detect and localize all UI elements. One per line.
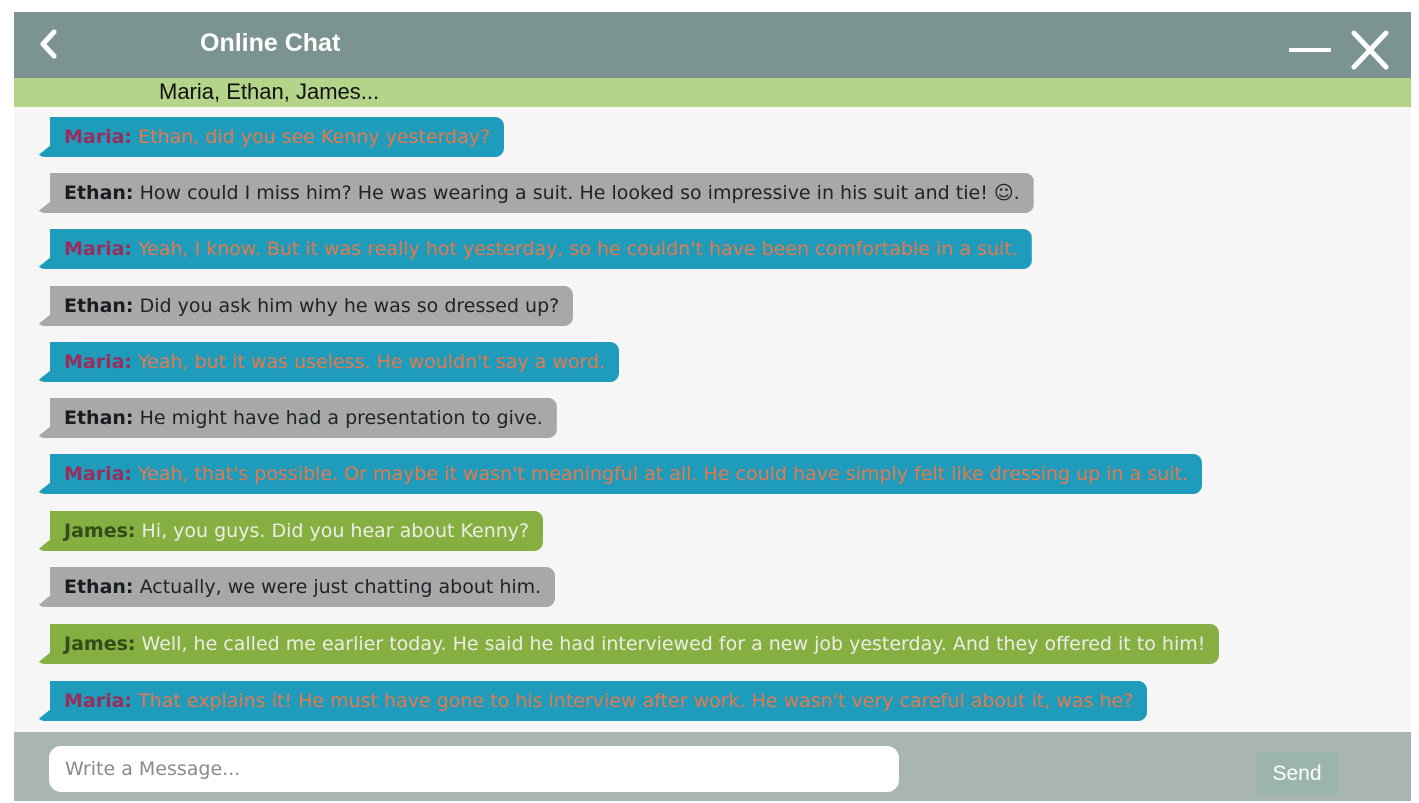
message-bubble-maria: Maria: Ethan, did you see Kenny yesterda…: [36, 117, 505, 157]
message-bubble-james: James: Hi, you guys. Did you hear about …: [36, 511, 544, 551]
message-text: Well, he called me earlier today. He sai…: [135, 633, 1206, 655]
message-text: How could I miss him? He was wearing a s…: [133, 182, 1020, 204]
sender-name: James:: [64, 520, 136, 542]
message-text: That explains it! He must have gone to h…: [132, 690, 1134, 712]
minimize-button[interactable]: [1288, 30, 1332, 70]
sender-name: Maria:: [64, 351, 133, 373]
chat-window: Online Chat Maria, Ethan, James... Maria…: [14, 12, 1411, 801]
message-bubble-maria: Maria: Yeah, that's possible. Or maybe i…: [36, 454, 1203, 494]
message-bubble-james: James: Well, he called me earlier today.…: [36, 624, 1220, 664]
sender-name: Ethan:: [64, 295, 134, 317]
sender-name: Maria:: [64, 238, 133, 260]
message-text: Hi, you guys. Did you hear about Kenny?: [135, 520, 530, 542]
message-text: Yeah, I know. But it was really hot yest…: [132, 238, 1018, 260]
message-bubble-ethan: Ethan: Did you ask him why he was so dre…: [36, 286, 574, 326]
message-text: Ethan, did you see Kenny yesterday?: [132, 126, 491, 148]
minimize-icon: [1289, 48, 1331, 52]
sender-name: Maria:: [64, 690, 133, 712]
message-composer: Send: [14, 732, 1411, 801]
message-bubble-ethan: Ethan: Actually, we were just chatting a…: [36, 567, 556, 607]
message-bubble-maria: Maria: Yeah, I know. But it was really h…: [36, 229, 1032, 269]
message-text: He might have had a presentation to give…: [133, 407, 543, 429]
message-text: Actually, we were just chatting about hi…: [133, 576, 542, 598]
participants-bar: Maria, Ethan, James...: [14, 78, 1411, 107]
close-icon: [1351, 30, 1389, 70]
message-bubble-ethan: Ethan: How could I miss him? He was wear…: [36, 173, 1034, 213]
participants-list: Maria, Ethan, James...: [159, 79, 380, 104]
message-bubble-maria: Maria: That explains it! He must have go…: [36, 681, 1148, 721]
close-button[interactable]: [1348, 30, 1392, 70]
sender-name: Ethan:: [64, 182, 134, 204]
message-bubble-ethan: Ethan: He might have had a presentation …: [36, 398, 557, 438]
message-list: Maria: Ethan, did you see Kenny yesterda…: [14, 107, 1411, 732]
sender-name: Ethan:: [64, 576, 134, 598]
window-title: Online Chat: [200, 29, 341, 57]
sender-name: James:: [64, 633, 136, 655]
sender-name: Ethan:: [64, 407, 134, 429]
message-text: Did you ask him why he was so dressed up…: [133, 295, 560, 317]
message-text: Yeah, but it was useless. He wouldn't sa…: [132, 351, 606, 373]
back-button[interactable]: [34, 26, 64, 62]
title-bar: Online Chat: [14, 12, 1411, 78]
sender-name: Maria:: [64, 126, 133, 148]
sender-name: Maria:: [64, 463, 133, 485]
chevron-left-icon: [40, 29, 57, 59]
message-text: Yeah, that's possible. Or maybe it wasn'…: [132, 463, 1189, 485]
send-button[interactable]: Send: [1256, 752, 1338, 796]
message-bubble-maria: Maria: Yeah, but it was useless. He woul…: [36, 342, 620, 382]
message-input[interactable]: [49, 746, 899, 792]
